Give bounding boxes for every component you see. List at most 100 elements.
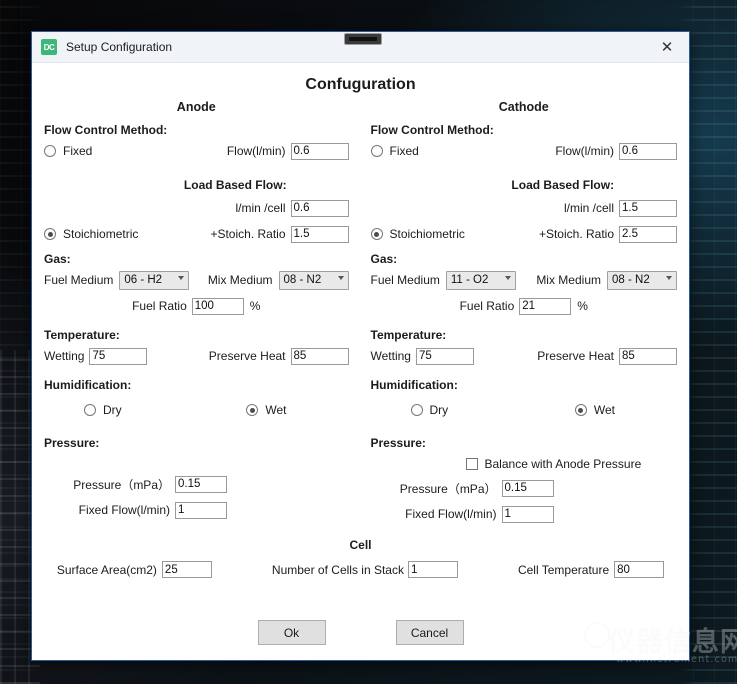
anode-humidification-label: Humidification: (44, 378, 349, 392)
cathode-balance-checkbox[interactable] (466, 458, 478, 470)
cathode-fuel-ratio-input[interactable] (519, 298, 571, 315)
cathode-fixed-radio[interactable] (371, 145, 383, 157)
cancel-button[interactable]: Cancel (396, 620, 464, 645)
cathode-wet-label: Wet (594, 403, 615, 417)
cathode-fixed-flow-input[interactable] (502, 506, 554, 523)
anode-wet-radio[interactable] (246, 404, 258, 416)
cathode-stoichiometric-row: Stoichiometric +Stoich. Ratio (371, 224, 678, 244)
cathode-fixed-flow-row: Fixed Flow(l/min) (371, 504, 678, 524)
anode-pressure-label: Pressure: (44, 436, 349, 450)
screen-notch (344, 33, 382, 45)
ok-button[interactable]: Ok (258, 620, 326, 645)
surface-area-input[interactable] (162, 561, 212, 578)
anode-fixed-flow-input[interactable] (175, 502, 227, 519)
cathode-pressure-label: Pressure: (371, 436, 678, 450)
cathode-fuel-ratio-unit: % (577, 299, 588, 313)
window-title: Setup Configuration (66, 40, 172, 54)
anode-humidification-row: Dry Wet (44, 400, 349, 420)
cathode-mix-medium-label: Mix Medium (536, 273, 601, 287)
cell-temperature-input[interactable] (614, 561, 664, 578)
anode-fuel-ratio-label: Fuel Ratio (132, 299, 187, 313)
cathode-flow-input[interactable] (619, 143, 677, 160)
anode-fixed-flow-label: Fixed Flow(l/min) (62, 503, 170, 517)
cathode-fixed-label: Fixed (390, 144, 419, 158)
anode-gas-label: Gas: (44, 252, 349, 266)
number-of-cells-input[interactable] (408, 561, 458, 578)
cathode-mix-medium-select[interactable]: 08 - N2 (607, 271, 677, 290)
anode-header: Anode (44, 100, 349, 114)
cathode-humidification-label: Humidification: (371, 378, 678, 392)
anode-fixed-radio[interactable] (44, 145, 56, 157)
anode-temperature-row: Wetting Preserve Heat (44, 346, 349, 366)
cathode-pressure-field-label: Pressure（mPa） (389, 480, 497, 497)
anode-flow-control-label: Flow Control Method: (44, 123, 349, 137)
anode-lmin-cell-input[interactable] (291, 200, 349, 217)
close-icon[interactable]: ✕ (645, 32, 689, 62)
cathode-load-based-flow-label-row: Load Based Flow: (371, 175, 678, 195)
anode-lmin-cell-row: l/min /cell (44, 198, 349, 218)
anode-fuel-ratio-input[interactable] (192, 298, 244, 315)
cathode-preserve-heat-input[interactable] (619, 348, 677, 365)
app-logo-icon: DC (41, 39, 57, 55)
anode-gas-media-row: Fuel Medium 06 - H2 Mix Medium 08 - N2 (44, 270, 349, 290)
cathode-wetting-input[interactable] (416, 348, 474, 365)
anode-fixed-row: Fixed Flow(l/min) (44, 141, 349, 161)
cathode-stoichiometric-label: Stoichiometric (390, 227, 465, 241)
cathode-pressure-input[interactable] (502, 480, 554, 497)
number-of-cells-label: Number of Cells in Stack (272, 563, 404, 577)
anode-dry-radio[interactable] (84, 404, 96, 416)
anode-mix-medium-label: Mix Medium (208, 273, 273, 287)
anode-wetting-label: Wetting (44, 349, 84, 363)
anode-dry-label: Dry (103, 403, 122, 417)
cathode-flow-label: Flow(l/min) (555, 144, 614, 158)
cathode-wetting-label: Wetting (371, 349, 411, 363)
anode-fuel-ratio-unit: % (250, 299, 261, 313)
cathode-wet-radio[interactable] (575, 404, 587, 416)
cathode-load-based-flow-label: Load Based Flow: (433, 178, 614, 192)
dialog-button-row: Ok Cancel (32, 620, 689, 645)
cathode-humidification-row: Dry Wet (371, 400, 678, 420)
anode-cathode-columns: Anode Flow Control Method: Fixed Flow(l/… (32, 100, 689, 530)
anode-lmin-cell-label: l/min /cell (235, 201, 285, 215)
cathode-stoich-ratio-input[interactable] (619, 226, 677, 243)
cathode-preserve-heat-label: Preserve Heat (537, 349, 614, 363)
anode-pressure-input[interactable] (175, 476, 227, 493)
anode-preserve-heat-input[interactable] (291, 348, 349, 365)
cathode-balance-row[interactable]: Balance with Anode Pressure (371, 454, 678, 474)
anode-preserve-heat-label: Preserve Heat (209, 349, 286, 363)
anode-stoich-ratio-input[interactable] (291, 226, 349, 243)
cathode-fuel-medium-select[interactable]: 11 - O2 (446, 271, 516, 290)
anode-fuel-medium-label: Fuel Medium (44, 273, 113, 287)
anode-stoichiometric-radio[interactable] (44, 228, 56, 240)
setup-configuration-window: DC Setup Configuration ✕ Confuguration A… (31, 31, 690, 661)
anode-load-based-flow-label: Load Based Flow: (106, 178, 287, 192)
anode-fuel-medium-select[interactable]: 06 - H2 (119, 271, 189, 290)
anode-flow-label: Flow(l/min) (227, 144, 286, 158)
cathode-lmin-cell-input[interactable] (619, 200, 677, 217)
cathode-stoichiometric-radio[interactable] (371, 228, 383, 240)
cathode-stoich-ratio-label: +Stoich. Ratio (539, 227, 614, 241)
cathode-fuel-ratio-row: Fuel Ratio % (371, 296, 678, 316)
cathode-fuel-ratio-label: Fuel Ratio (460, 299, 515, 313)
anode-wet-label: Wet (265, 403, 286, 417)
cathode-lmin-cell-label: l/min /cell (564, 201, 614, 215)
anode-mix-medium-select[interactable]: 08 - N2 (279, 271, 349, 290)
cathode-gas-media-row: Fuel Medium 11 - O2 Mix Medium 08 - N2 (371, 270, 678, 290)
surface-area-field: Surface Area(cm2) (57, 561, 212, 578)
anode-wetting-input[interactable] (89, 348, 147, 365)
anode-temperature-label: Temperature: (44, 328, 349, 342)
anode-stoichiometric-row: Stoichiometric +Stoich. Ratio (44, 224, 349, 244)
anode-pressure-value-row: Pressure（mPa） (44, 474, 349, 494)
cathode-dry-radio[interactable] (411, 404, 423, 416)
anode-pressure-field-label: Pressure（mPa） (62, 476, 170, 493)
cathode-lmin-cell-row: l/min /cell (371, 198, 678, 218)
anode-stoichiometric-label: Stoichiometric (63, 227, 138, 241)
cathode-fixed-flow-label: Fixed Flow(l/min) (389, 507, 497, 521)
number-of-cells-field: Number of Cells in Stack (272, 561, 458, 578)
cell-fields-row: Surface Area(cm2) Number of Cells in Sta… (32, 561, 689, 578)
cathode-fixed-row: Fixed Flow(l/min) (371, 141, 678, 161)
anode-flow-input[interactable] (291, 143, 349, 160)
anode-stoich-ratio-label: +Stoich. Ratio (210, 227, 285, 241)
anode-fixed-label: Fixed (63, 144, 92, 158)
cathode-flow-control-label: Flow Control Method: (371, 123, 678, 137)
